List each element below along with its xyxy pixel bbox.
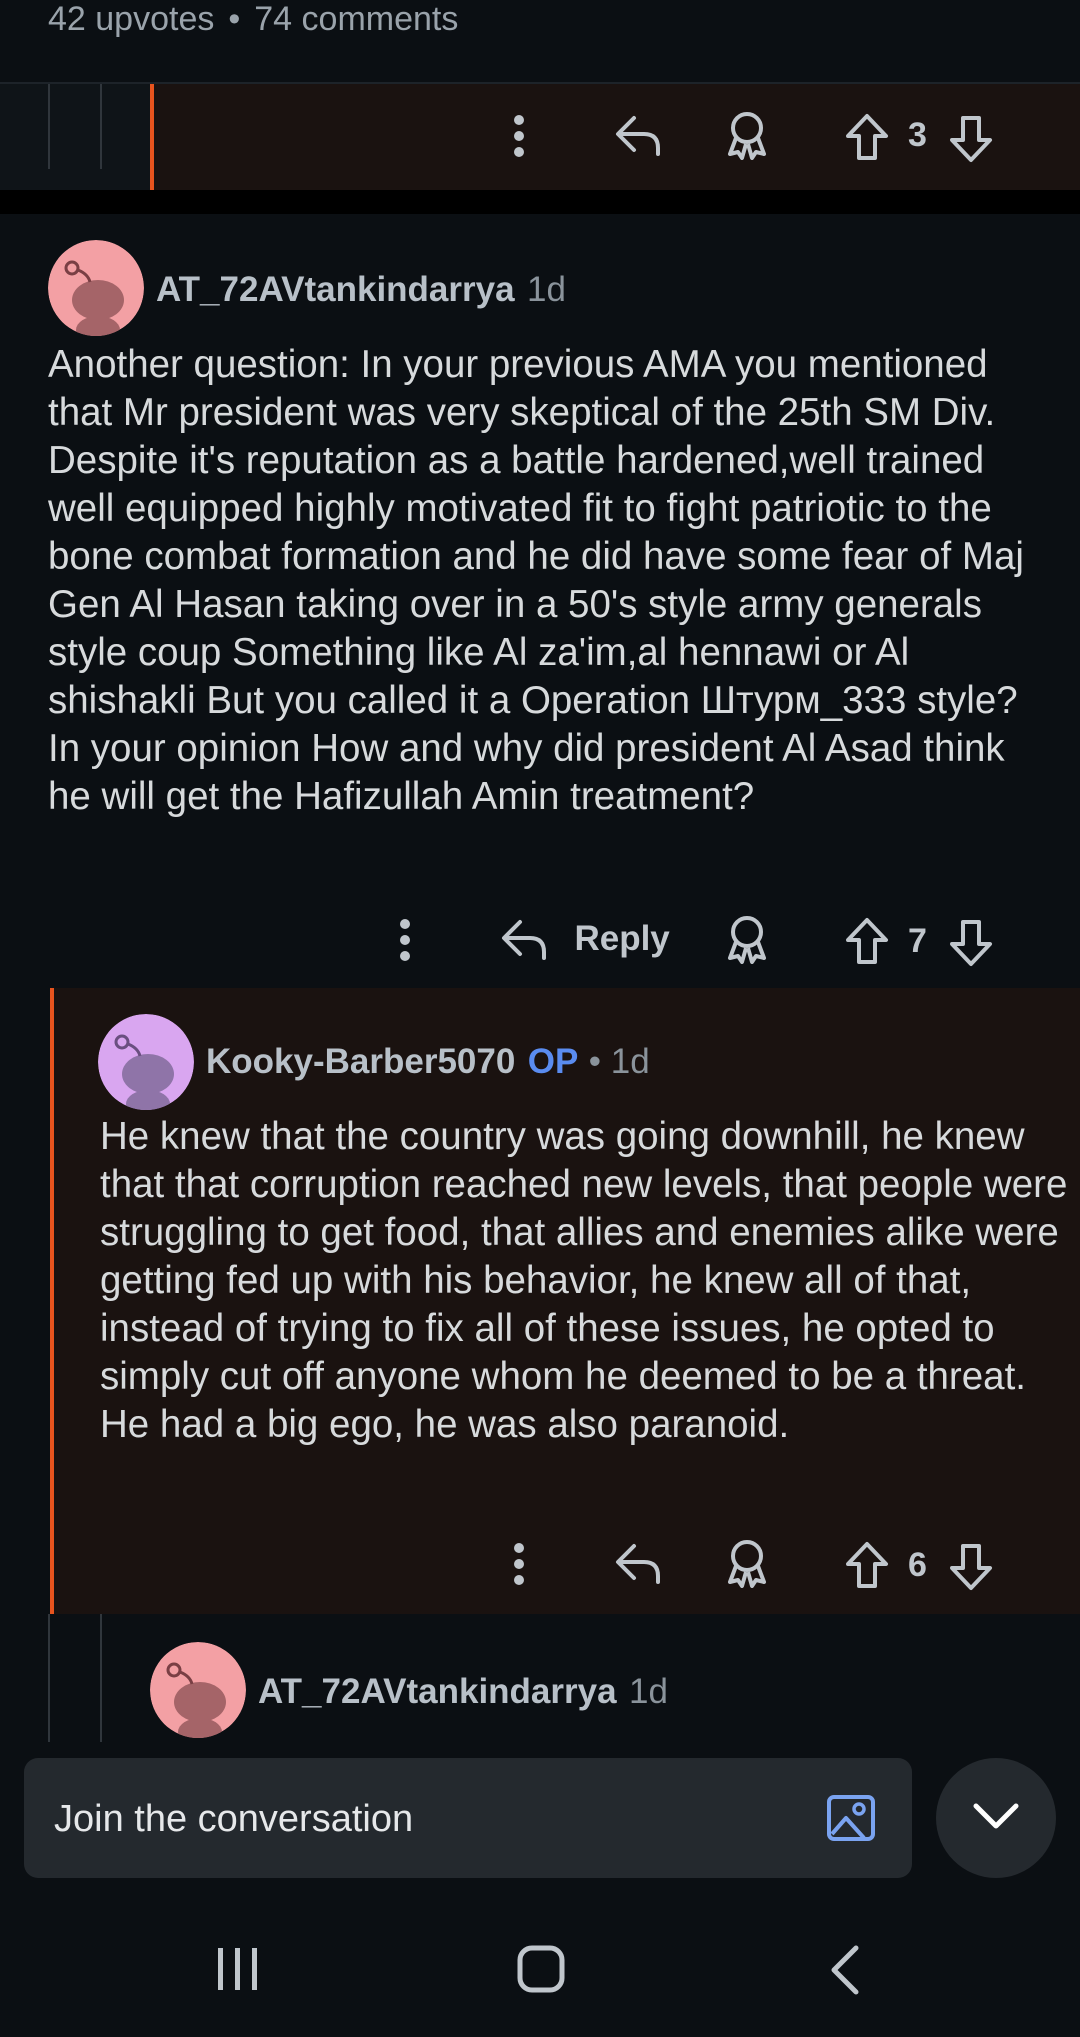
composer-placeholder: Join the conversation: [54, 1798, 414, 1840]
post-stats: 42 upvotes • 74 comments: [48, 0, 458, 38]
comment-separator: [0, 190, 1080, 214]
reply-arrow-icon[interactable]: [614, 112, 664, 158]
op-badge: OP: [527, 1042, 579, 1081]
downvote-icon[interactable]: [948, 918, 994, 968]
username[interactable]: AT_72AVtankindarrya: [156, 270, 515, 309]
recent-apps-icon[interactable]: [214, 1946, 262, 1992]
vote-count: 3: [908, 116, 927, 154]
username[interactable]: Kooky-Barber5070: [206, 1042, 515, 1081]
reply-arrow-icon[interactable]: [614, 1540, 664, 1586]
thread-line: [100, 1614, 102, 1742]
comment-action-bar-top: 3: [0, 82, 1080, 192]
chevron-down-icon: [972, 1802, 1020, 1832]
upvote-icon[interactable]: [844, 916, 890, 966]
more-vertical-icon[interactable]: [390, 918, 420, 962]
award-icon[interactable]: [724, 1538, 770, 1588]
thread-line: [48, 1614, 50, 1742]
comment-age: • 1d: [588, 1042, 650, 1081]
upvote-icon[interactable]: [844, 1540, 890, 1590]
comment-age: 1d: [527, 270, 566, 309]
downvote-icon[interactable]: [948, 114, 994, 164]
thread-line: [100, 84, 102, 169]
reply-arrow-icon: [500, 916, 550, 962]
comment-body: He knew that the country was going downh…: [100, 1115, 1068, 1446]
comment-body: Another question: In your previous AMA y…: [48, 343, 1024, 818]
upvote-icon[interactable]: [844, 112, 890, 162]
downvote-icon[interactable]: [948, 1542, 994, 1592]
thread-indent-accent: [50, 988, 54, 1614]
system-nav-bar: [0, 1900, 1080, 2037]
collapse-button[interactable]: [936, 1758, 1056, 1878]
vote-count: 7: [908, 922, 927, 960]
more-vertical-icon[interactable]: [504, 1542, 534, 1586]
avatar[interactable]: [150, 1642, 246, 1738]
thread-line: [48, 84, 50, 169]
award-icon[interactable]: [724, 110, 770, 160]
back-icon[interactable]: [826, 1944, 862, 1996]
vote-count: 6: [908, 1546, 927, 1584]
comment-composer[interactable]: Join the conversation: [24, 1758, 912, 1878]
reply-comment: Kooky-Barber5070 OP • 1d He knew that th…: [50, 988, 1080, 1614]
thread-indent-accent: [150, 84, 154, 192]
comment-header: AT_72AVtankindarrya 1d: [258, 1672, 668, 1712]
comment-header: Kooky-Barber5070 OP • 1d: [206, 1042, 650, 1082]
comment-age: 1d: [629, 1672, 668, 1711]
upvote-count-text: 42 upvotes: [48, 0, 215, 38]
more-vertical-icon[interactable]: [504, 114, 534, 158]
image-icon[interactable]: [826, 1794, 876, 1842]
award-icon[interactable]: [724, 914, 770, 964]
username[interactable]: AT_72AVtankindarrya: [258, 1672, 617, 1711]
comment-header: AT_72AVtankindarrya 1d: [156, 270, 566, 310]
stats-separator: •: [228, 0, 241, 38]
comment-count-text: 74 comments: [254, 0, 459, 38]
reply-label: Reply: [574, 919, 670, 958]
avatar[interactable]: [98, 1014, 194, 1110]
avatar[interactable]: [48, 240, 144, 336]
reply-button[interactable]: Reply: [500, 916, 670, 962]
home-icon[interactable]: [516, 1944, 566, 1994]
